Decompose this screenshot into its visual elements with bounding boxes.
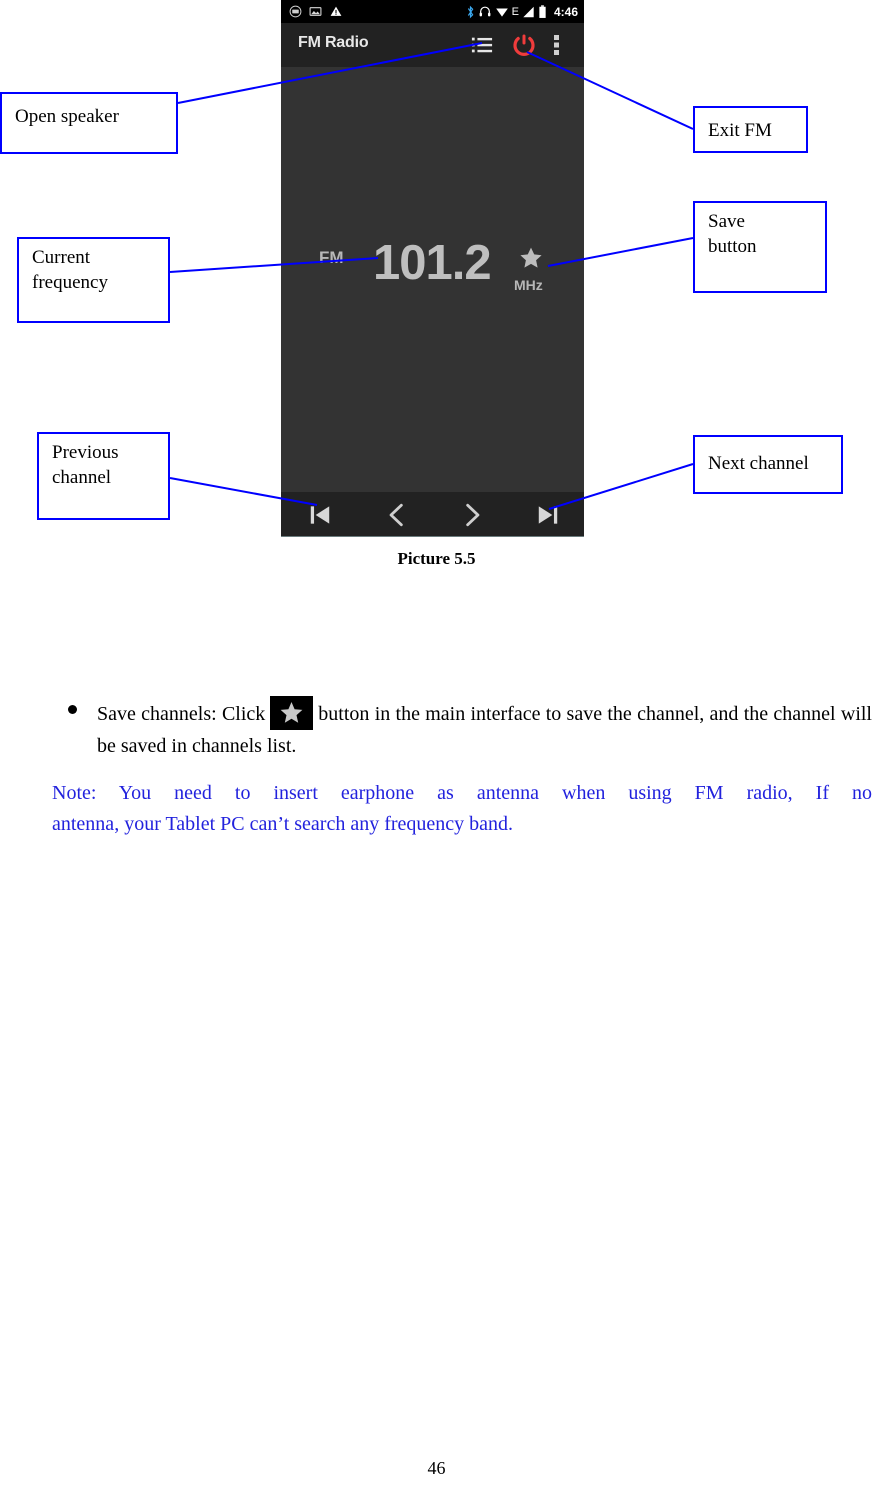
fm-radio-icon: [289, 5, 302, 18]
note-line-1: Note: You need to insert earphone as ant…: [52, 782, 872, 804]
figure-caption: Picture 5.5: [397, 549, 476, 568]
note-text-block: Note: You need to insert earphone as ant…: [52, 778, 872, 841]
clock-time: 4:46: [553, 4, 578, 19]
callout-exit-fm: Exit FM: [693, 106, 808, 153]
callout-previous-channel: Previous channel: [37, 432, 170, 520]
status-bar-right-icons: E 4:46: [466, 0, 578, 23]
battery-icon: [539, 4, 546, 18]
radio-display-area: FM 101.2 MHz: [281, 67, 584, 492]
frequency-row: FM 101.2 MHz: [281, 235, 584, 299]
skip-next-icon[interactable]: [535, 502, 561, 528]
callout-save-button: Save button: [693, 201, 827, 293]
callout-exit-fm-label: Exit FM: [708, 120, 772, 141]
status-bar-left-icons: [289, 0, 343, 23]
channel-list-icon[interactable]: [471, 34, 493, 56]
current-frequency-value: 101.2: [373, 236, 492, 290]
status-bar: E 4:46: [281, 0, 584, 23]
signal-icon: [523, 6, 534, 17]
bullet-text-before-icon: Save channels: Click: [97, 703, 266, 725]
chevron-right-icon[interactable]: [459, 502, 485, 528]
app-title: FM Radio: [298, 34, 369, 51]
body-text-block: Save channels: Click button in the main …: [52, 696, 872, 762]
headphones-icon: [479, 6, 491, 17]
power-icon[interactable]: [512, 33, 536, 57]
callout-save-button-line2: button: [708, 236, 757, 258]
star-button-icon: [270, 696, 314, 730]
callout-current-frequency-line2: frequency: [32, 272, 108, 294]
callout-current-frequency-line1: Current: [32, 247, 91, 268]
callout-next-channel: Next channel: [693, 435, 843, 494]
wifi-icon: [495, 8, 508, 17]
bluetooth-icon: [467, 5, 473, 18]
image-icon: [309, 7, 322, 16]
callout-previous-channel-line2: channel: [52, 467, 112, 489]
overflow-menu-icon[interactable]: [554, 34, 560, 56]
bullet-item-save-channels: Save channels: Click button in the main …: [52, 696, 872, 762]
star-icon[interactable]: [519, 246, 543, 270]
unit-label: MHz: [514, 277, 543, 293]
app-toolbar: FM Radio: [281, 23, 584, 67]
phone-screenshot: E 4:46 FM Radio FM 101.2 MHz: [281, 0, 584, 537]
network-type-label: E: [511, 5, 519, 18]
skip-previous-icon[interactable]: [307, 502, 333, 528]
callout-next-channel-label: Next channel: [708, 453, 809, 474]
callout-save-button-line1: Save: [708, 211, 745, 232]
callout-open-speaker-label: Open speaker: [15, 106, 119, 127]
callout-open-speaker: Open speaker: [0, 92, 178, 154]
warning-icon: [330, 6, 342, 16]
band-label: FM: [319, 248, 344, 267]
chevron-left-icon[interactable]: [384, 502, 410, 528]
bullet-dot-icon: [68, 705, 77, 714]
note-line-2: antenna, your Tablet PC can’t search any…: [52, 813, 514, 836]
playback-control-bar: [281, 492, 584, 537]
callout-previous-channel-line1: Previous: [52, 442, 119, 463]
page-number: 46: [427, 1458, 446, 1478]
callout-current-frequency: Current frequency: [17, 237, 170, 323]
